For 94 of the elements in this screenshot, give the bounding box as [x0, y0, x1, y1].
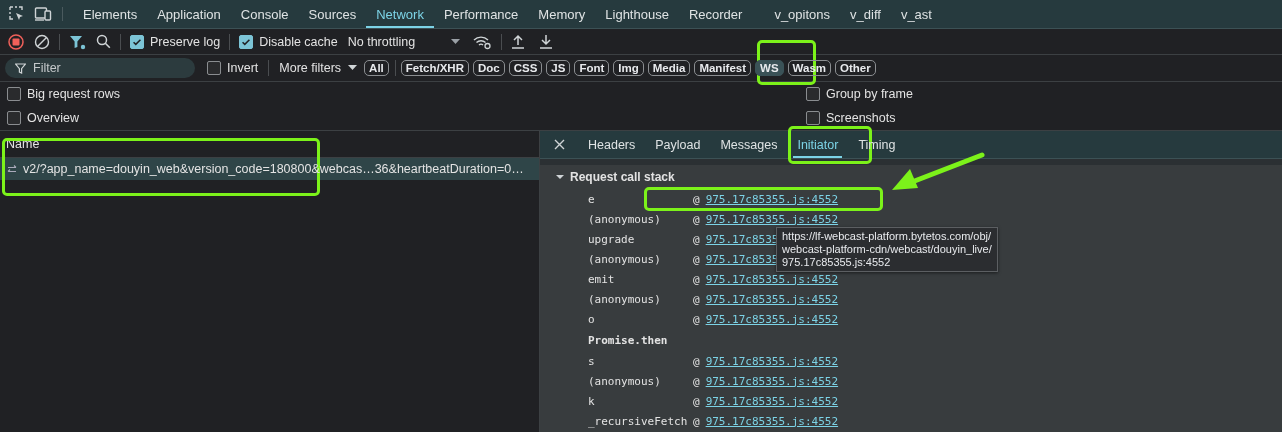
websocket-icon [7, 164, 17, 174]
download-icon[interactable] [539, 33, 554, 50]
detail-tab[interactable]: Payload [645, 131, 711, 158]
source-link[interactable]: 975.17c85355.js:4552 [705, 354, 839, 368]
at-sign: @ [693, 414, 700, 428]
detail-tab[interactable]: Headers [578, 131, 646, 158]
clear-icon[interactable] [34, 33, 50, 50]
source-link[interactable]: 975.17c8535 [705, 232, 779, 246]
type-filter-chip[interactable]: Media [647, 60, 691, 76]
checkbox[interactable] [7, 87, 21, 101]
source-link[interactable]: 975.17c8535 [705, 252, 779, 266]
at-sign: @ [693, 374, 700, 388]
filter-field[interactable]: Filter [5, 58, 195, 78]
checkbox[interactable] [806, 111, 820, 125]
checkbox-label: Group by frame [826, 87, 913, 101]
panel-tab[interactable]: Performance [433, 0, 529, 28]
source-link[interactable]: 975.17c85355.js:4552 [705, 312, 839, 326]
checkbox[interactable] [130, 34, 144, 49]
search-icon[interactable] [96, 34, 111, 49]
device-icon[interactable] [34, 6, 52, 22]
panel-tab[interactable]: Memory [528, 0, 596, 28]
caret-icon [451, 38, 461, 45]
source-link[interactable]: 975.17c85355.js:4552 [705, 374, 839, 388]
type-filter-chip[interactable]: Font [574, 60, 610, 76]
source-link[interactable]: 975.17c85355.js:4552 [705, 192, 839, 206]
panel-tab[interactable]: v_opitons [764, 0, 841, 28]
at-sign: @ [693, 272, 700, 286]
function-name: _recursiveFetch [588, 414, 689, 428]
function-name: emit [588, 272, 616, 286]
at-sign: @ [693, 394, 700, 408]
function-name: upgrade [588, 232, 636, 246]
checkbox-label: Overview [27, 111, 80, 125]
type-filter-chip[interactable]: CSS [508, 60, 543, 76]
detail-tab[interactable]: Messages [710, 131, 788, 158]
type-filter-chip[interactable]: All [364, 60, 389, 76]
source-link[interactable]: 975.17c85355.js:4552 [705, 292, 839, 306]
type-filter-chip[interactable]: Fetch/XHR [400, 60, 469, 76]
checkbox[interactable] [239, 34, 254, 49]
source-link[interactable]: 975.17c85355.js:4552 [705, 414, 839, 428]
type-filter-chip[interactable]: Img [613, 60, 644, 76]
function-name: (anonymous) [588, 212, 662, 226]
section-title: Request call stack [570, 170, 675, 184]
checkbox-label: Preserve log [150, 34, 221, 49]
filter-icon[interactable] [69, 33, 86, 50]
panel-tab[interactable]: Console [230, 0, 299, 28]
checkbox[interactable] [7, 111, 21, 125]
function-name: k [588, 394, 596, 408]
panel-tab[interactable]: Sources [298, 0, 367, 28]
type-filter-chip[interactable]: Other [835, 60, 876, 76]
at-sign: @ [693, 354, 700, 368]
function-name: (anonymous) [588, 252, 662, 266]
more-filters-dropdown[interactable]: More filters [279, 61, 358, 75]
checkbox-label: Invert [227, 61, 259, 75]
collapse-triangle-icon[interactable] [556, 173, 564, 181]
source-link[interactable]: 975.17c85355.js:4552 [705, 394, 839, 408]
function-name: (anonymous) [588, 292, 662, 306]
panel-tab[interactable]: Application [147, 0, 231, 28]
panel-tab[interactable]: v_ast [890, 0, 942, 28]
filter-icon [15, 63, 26, 74]
function-name: e [588, 192, 596, 206]
panel-tab[interactable]: Network [366, 0, 434, 28]
checkbox[interactable] [806, 87, 820, 101]
record-icon[interactable] [8, 33, 24, 50]
detail-tab[interactable]: Initiator [787, 131, 849, 158]
caret-icon [348, 65, 358, 71]
inspect-icon[interactable] [9, 6, 25, 22]
at-sign: @ [693, 212, 700, 226]
source-link[interactable]: 975.17c85355.js:4552 [705, 212, 839, 226]
upload-icon[interactable] [511, 33, 526, 50]
at-sign: @ [693, 312, 700, 326]
source-link[interactable]: 975.17c85355.js:4552 [705, 272, 839, 286]
type-filter-chip[interactable]: Manifest [694, 60, 752, 76]
function-name: (anonymous) [588, 374, 662, 388]
checkbox-label: Screenshots [826, 111, 896, 125]
checkbox[interactable] [207, 61, 221, 75]
throttling-dropdown[interactable]: No throttling [347, 34, 461, 49]
panel-tab[interactable]: Recorder [678, 0, 753, 28]
panel-tab[interactable]: v_diff [840, 0, 891, 28]
type-filter-chip[interactable]: JS [546, 60, 571, 76]
function-name: s [588, 354, 596, 368]
tooltip: https://lf-webcast-platform.bytetos.com/obj/ webcast-platform-cdn/webcast/douyin_live/ 975.17c85355.js:4552 [776, 227, 998, 272]
at-sign: @ [693, 192, 700, 206]
type-filter-chip[interactable]: WS [755, 60, 784, 76]
checkbox-label: Big request rows [27, 87, 121, 101]
async-label: Promise.then [588, 333, 668, 347]
at-sign: @ [693, 292, 700, 306]
function-name: o [588, 312, 596, 326]
at-sign: @ [693, 252, 700, 266]
panel-tab[interactable]: Elements [73, 0, 148, 28]
type-filter-chip[interactable]: Doc [472, 60, 505, 76]
panel-tab[interactable]: Lighthouse [595, 0, 679, 28]
checkbox-label: Disable cache [259, 34, 338, 49]
at-sign: @ [693, 232, 700, 246]
close-icon[interactable] [554, 139, 565, 150]
